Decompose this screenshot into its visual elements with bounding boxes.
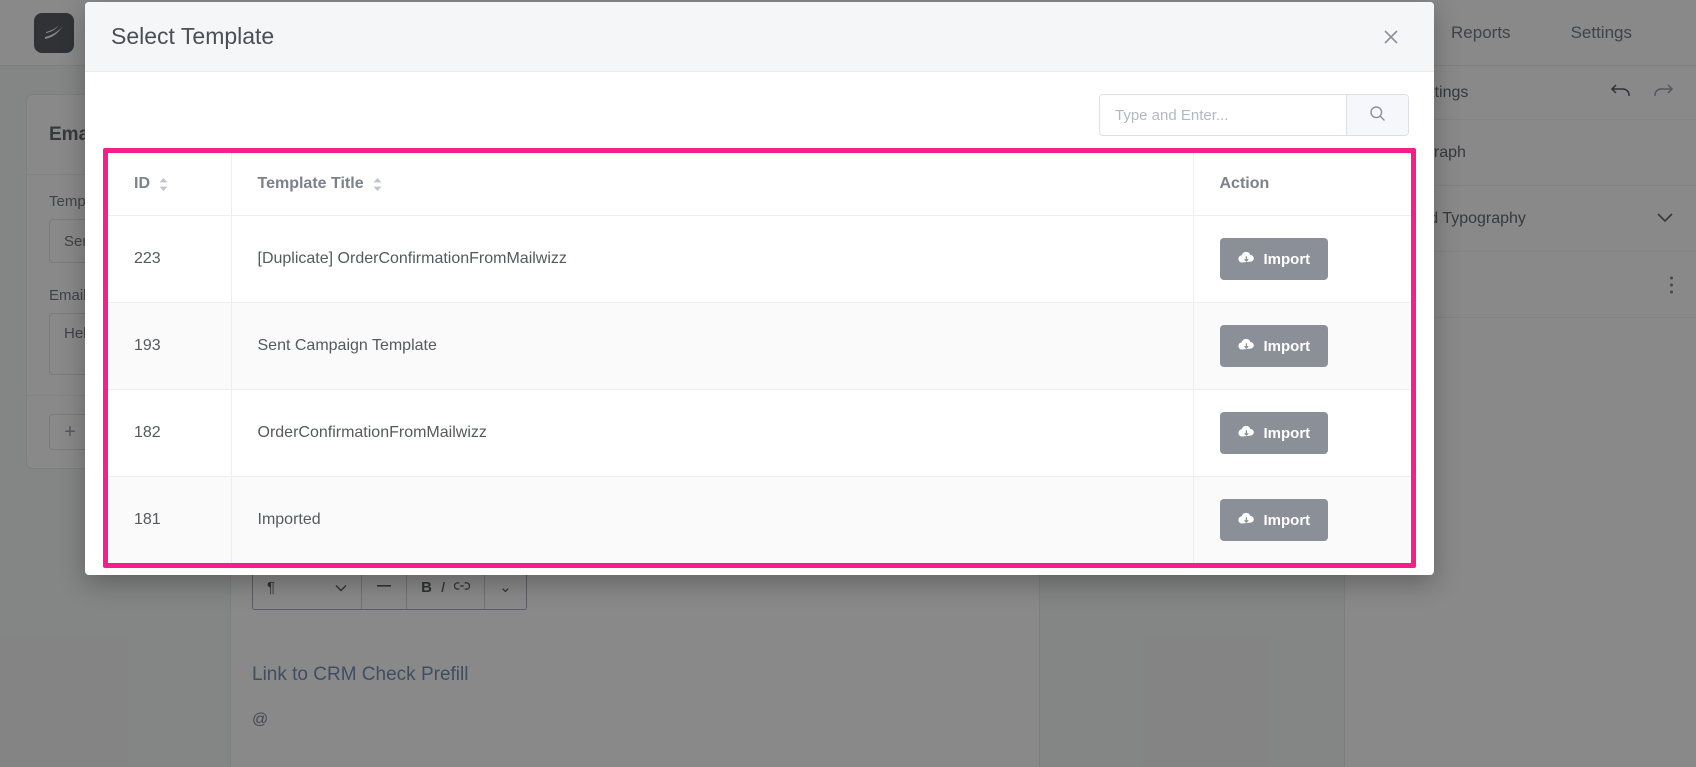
cell-title: Imported [231,476,1194,563]
table-row[interactable]: 193 Sent Campaign Template Import [108,302,1411,390]
table-row[interactable]: 181 Imported Import [108,476,1411,563]
cloud-download-icon [1237,512,1255,529]
cell-title: Sent Campaign Template [231,302,1194,390]
column-header-template-title[interactable]: Template Title [231,153,1194,216]
cell-action: Import [1193,215,1411,303]
search-icon [1369,105,1386,125]
cell-title: [Duplicate] OrderConfirmationFromMailwiz… [231,215,1194,303]
cell-title: OrderConfirmationFromMailwizz [231,389,1194,477]
table-row[interactable]: 223 [Duplicate] OrderConfirmationFromMai… [108,215,1411,303]
cell-action: Import [1193,476,1411,563]
search-input[interactable] [1100,95,1346,135]
template-table-body: 223 [Duplicate] OrderConfirmationFromMai… [108,215,1411,563]
import-button-label: Import [1263,424,1311,442]
select-template-modal: Select Template Type and Enter... ID Tem… [85,2,1434,575]
search-button[interactable] [1346,95,1408,135]
import-button-label: Import [1263,250,1311,268]
column-header-id[interactable]: ID [108,153,232,216]
modal-header: Select Template [85,2,1434,72]
cell-id: 223 [108,215,232,303]
search-group [1099,94,1409,136]
cloud-download-icon [1237,425,1255,442]
table-row[interactable]: 182 OrderConfirmationFromMailwizz Import [108,389,1411,477]
import-button[interactable]: Import [1219,499,1329,541]
sort-arrows-icon[interactable] [158,177,169,192]
template-table-header: ID Template Title Action [108,153,1411,216]
column-header-template-title-label: Template Title [257,175,364,192]
modal-title: Select Template [111,23,275,49]
import-button[interactable]: Import [1219,412,1329,454]
template-table: ID Template Title Action 223 [Duplicate]… [108,153,1411,563]
import-button[interactable]: Import [1219,325,1329,367]
sort-arrows-icon[interactable] [372,177,383,192]
cell-id: 181 [108,476,232,563]
import-button-label: Import [1263,511,1311,529]
cell-id: 193 [108,302,232,390]
modal-body: ID Template Ti [85,72,1434,575]
cell-id: 182 [108,389,232,477]
column-header-id-label: ID [134,175,150,192]
cell-action: Import [1193,302,1411,390]
column-header-action: Action [1193,153,1411,216]
search-area [103,94,1416,136]
cloud-download-icon [1237,251,1255,268]
pagination: Total 4 10/page 1 [103,568,1416,575]
cell-action: Import [1193,389,1411,477]
template-table-highlight: ID Template Title Action 223 [Duplicate]… [103,148,1416,568]
import-button[interactable]: Import [1219,238,1329,280]
close-icon[interactable] [1374,20,1408,54]
import-button-label: Import [1263,337,1311,355]
table-header-row: ID Template Title Action [108,153,1411,216]
cloud-download-icon [1237,338,1255,355]
